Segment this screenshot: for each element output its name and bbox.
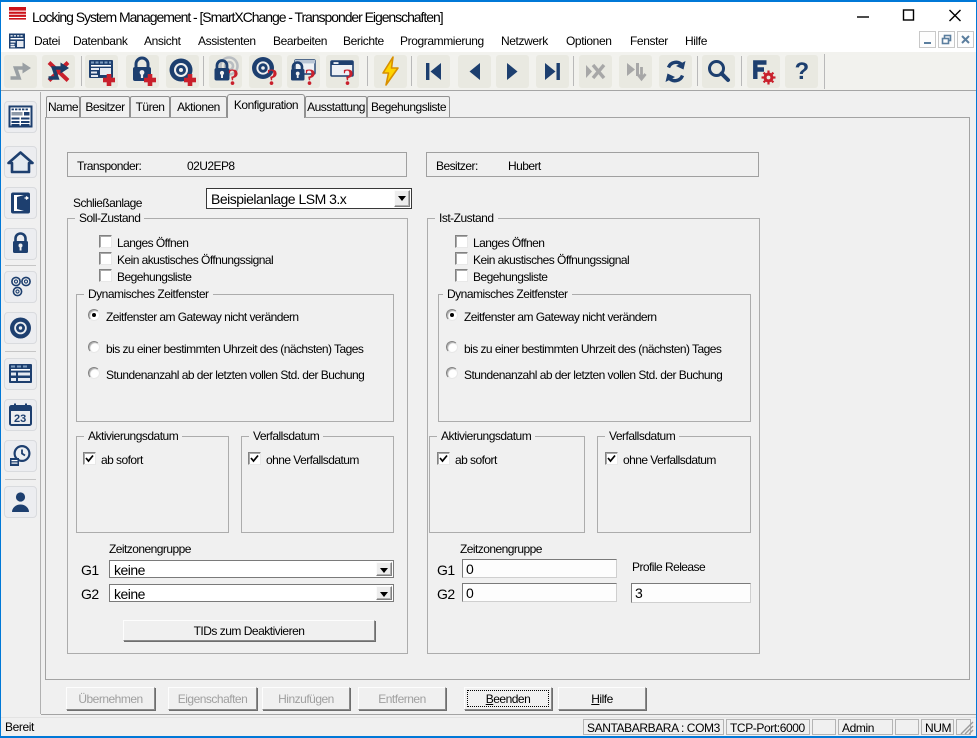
svg-text:23: 23 xyxy=(14,413,26,425)
svg-text:?: ? xyxy=(305,65,316,88)
svg-text:?: ? xyxy=(228,65,239,88)
svg-text:?: ? xyxy=(795,58,809,85)
svg-text:?: ? xyxy=(267,65,278,88)
svg-text:?: ? xyxy=(343,65,354,88)
